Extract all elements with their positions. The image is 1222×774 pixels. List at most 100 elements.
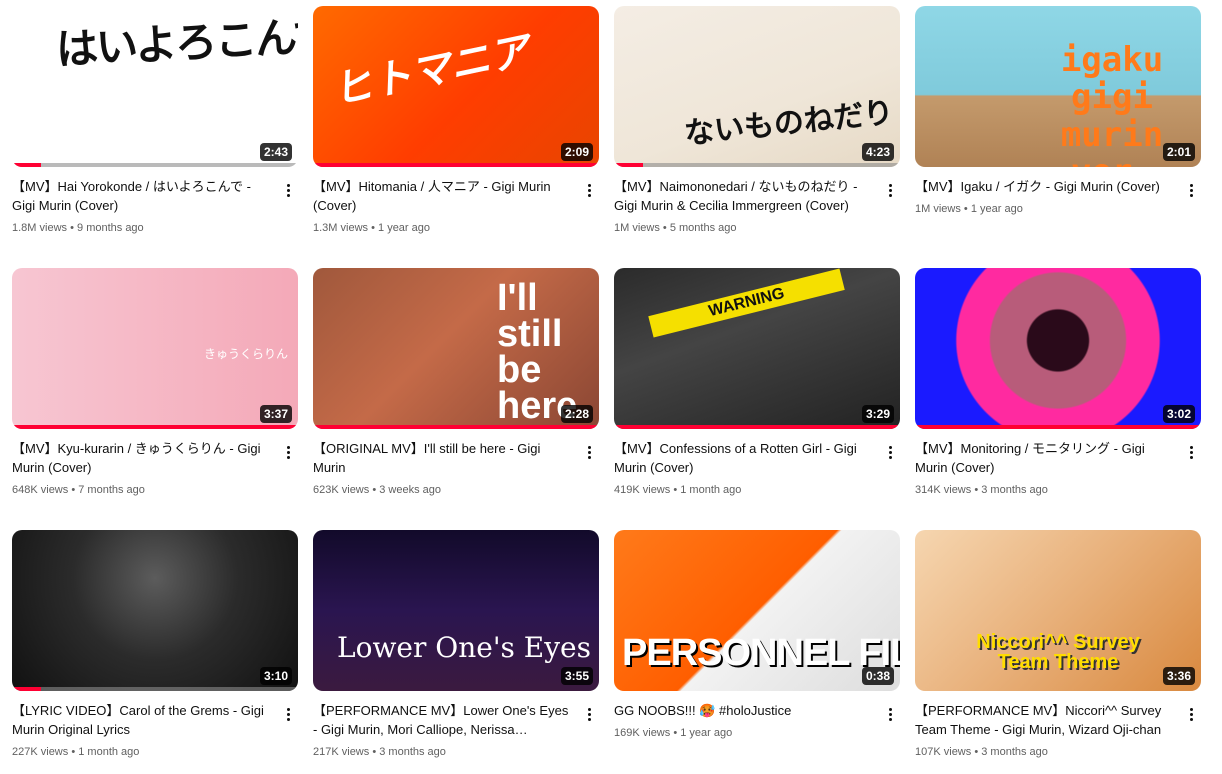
video-title[interactable]: 【ORIGINAL MV】I'll still be here - Gigi M…: [313, 439, 571, 477]
more-vert-icon[interactable]: [280, 441, 296, 463]
video-stats: 217K views • 3 months ago: [313, 744, 571, 760]
duration-badge: 4:23: [861, 143, 894, 161]
duration-badge: 2:09: [560, 143, 593, 161]
upload-age: 5 months ago: [669, 222, 737, 234]
view-count: 217K views: [313, 746, 370, 758]
thumbnail-caption: PERSONNEL FILE: [622, 632, 900, 674]
video-title[interactable]: 【MV】Confessions of a Rotten Girl - Gigi …: [614, 439, 872, 477]
video-stats: 1.8M views • 9 months ago: [12, 220, 270, 236]
duration-badge: 2:28: [560, 405, 593, 423]
view-count: 623K views: [313, 484, 370, 496]
more-vert-icon[interactable]: [581, 179, 597, 201]
video-thumbnail[interactable]: I'll still be here 2:28: [313, 268, 599, 429]
thumbnail-art: [12, 530, 298, 691]
more-vert-icon[interactable]: [1183, 441, 1199, 463]
more-vert-icon[interactable]: [280, 179, 296, 201]
video-grid: はいよろこんで 2:43 【MV】Hai Yorokonde / はいよろこんで…: [0, 0, 1222, 774]
upload-age: 3 weeks ago: [379, 484, 442, 496]
video-title[interactable]: 【MV】Naimononedari / ないものねだり - Gigi Murin…: [614, 177, 872, 215]
video-meta: 【MV】Igaku / イガク - Gigi Murin (Cover) 1M …: [915, 167, 1201, 217]
duration-badge: 3:55: [560, 667, 593, 685]
view-count: 1M views: [915, 203, 961, 215]
video-stats: 107K views • 3 months ago: [915, 744, 1173, 760]
video-card[interactable]: Niccori^^ Survey Team Theme 3:36 【PERFOR…: [915, 530, 1201, 760]
video-card[interactable]: はいよろこんで 2:43 【MV】Hai Yorokonde / はいよろこんで…: [12, 6, 298, 236]
more-vert-icon[interactable]: [882, 441, 898, 463]
thumbnail-caption: Lower One's Eyes: [337, 631, 591, 664]
upload-age: 1 year ago: [970, 203, 1023, 215]
video-meta: 【MV】Naimononedari / ないものねだり - Gigi Murin…: [614, 167, 900, 236]
video-card[interactable]: 3:02 【MV】Monitoring / モニタリング - Gigi Muri…: [915, 268, 1201, 498]
more-vert-icon[interactable]: [882, 703, 898, 725]
more-vert-icon[interactable]: [882, 179, 898, 201]
video-thumbnail[interactable]: 3:10: [12, 530, 298, 691]
video-thumbnail[interactable]: ないものねだり 4:23: [614, 6, 900, 167]
video-thumbnail[interactable]: Niccori^^ Survey Team Theme 3:36: [915, 530, 1201, 691]
upload-age: 3 months ago: [981, 746, 1048, 758]
upload-age: 1 month ago: [680, 484, 742, 496]
video-meta: 【MV】Monitoring / モニタリング - Gigi Murin (Co…: [915, 429, 1201, 498]
duration-badge: 3:37: [259, 405, 292, 423]
video-meta: 【MV】Confessions of a Rotten Girl - Gigi …: [614, 429, 900, 498]
video-card[interactable]: きゅうくらりん 3:37 【MV】Kyu-kurarin / きゅうくらりん -…: [12, 268, 298, 498]
video-thumbnail[interactable]: ヒトマニア 2:09: [313, 6, 599, 167]
separator-dot: •: [371, 222, 379, 234]
video-title[interactable]: 【PERFORMANCE MV】Niccori^^ Survey Team Th…: [915, 701, 1173, 739]
video-thumbnail[interactable]: PERSONNEL FILE 0:38: [614, 530, 900, 691]
video-title[interactable]: 【MV】Hitomania / 人マニア - Gigi Murin (Cover…: [313, 177, 571, 215]
video-thumbnail[interactable]: WARNING 3:29: [614, 268, 900, 429]
more-vert-icon[interactable]: [1183, 703, 1199, 725]
duration-badge: 2:43: [259, 143, 292, 161]
video-card[interactable]: WARNING 3:29 【MV】Confessions of a Rotten…: [614, 268, 900, 498]
video-title[interactable]: 【LYRIC VIDEO】Carol of the Grems - Gigi M…: [12, 701, 270, 739]
thumbnail-caption: I'll still be here: [497, 277, 578, 428]
video-thumbnail[interactable]: きゅうくらりん 3:37: [12, 268, 298, 429]
video-thumbnail[interactable]: 3:02: [915, 268, 1201, 429]
upload-age: 3 months ago: [981, 484, 1048, 496]
video-title[interactable]: 【MV】Kyu-kurarin / きゅうくらりん - Gigi Murin (…: [12, 439, 270, 477]
more-vert-icon[interactable]: [581, 703, 597, 725]
video-title[interactable]: 【MV】Hai Yorokonde / はいよろこんで - Gigi Murin…: [12, 177, 270, 215]
more-vert-icon[interactable]: [1183, 179, 1199, 201]
more-vert-icon[interactable]: [581, 441, 597, 463]
upload-age: 1 month ago: [78, 746, 140, 758]
video-stats: 227K views • 1 month ago: [12, 744, 270, 760]
separator-dot: •: [662, 222, 670, 234]
separator-dot: •: [70, 222, 78, 234]
video-stats: 419K views • 1 month ago: [614, 482, 872, 498]
video-card[interactable]: igaku gigi murin ver. 2:01 【MV】Igaku / イ…: [915, 6, 1201, 217]
video-stats: 1M views • 1 year ago: [915, 201, 1173, 217]
upload-age: 9 months ago: [77, 222, 144, 234]
video-meta: 【MV】Hai Yorokonde / はいよろこんで - Gigi Murin…: [12, 167, 298, 236]
video-title[interactable]: GG NOOBS!!! 🥵 #holoJustice: [614, 701, 872, 720]
video-title[interactable]: 【PERFORMANCE MV】Lower One's Eyes - Gigi …: [313, 701, 571, 739]
video-title[interactable]: 【MV】Monitoring / モニタリング - Gigi Murin (Co…: [915, 439, 1173, 477]
view-count: 169K views: [614, 727, 671, 739]
more-vert-icon[interactable]: [280, 703, 296, 725]
video-card[interactable]: ないものねだり 4:23 【MV】Naimononedari / ないものねだり…: [614, 6, 900, 236]
upload-age: 3 months ago: [379, 746, 446, 758]
video-thumbnail[interactable]: はいよろこんで 2:43: [12, 6, 298, 167]
video-stats: 314K views • 3 months ago: [915, 482, 1173, 498]
video-thumbnail[interactable]: igaku gigi murin ver. 2:01: [915, 6, 1201, 167]
duration-badge: 3:36: [1162, 667, 1195, 685]
video-card[interactable]: ヒトマニア 2:09 【MV】Hitomania / 人マニア - Gigi M…: [313, 6, 599, 236]
video-meta: 【LYRIC VIDEO】Carol of the Grems - Gigi M…: [12, 691, 298, 760]
video-stats: 1M views • 5 months ago: [614, 220, 872, 236]
thumbnail-caption: Niccori^^ Survey Team Theme: [976, 631, 1140, 673]
duration-badge: 3:02: [1162, 405, 1195, 423]
video-card[interactable]: I'll still be here 2:28 【ORIGINAL MV】I'l…: [313, 268, 599, 498]
view-count: 1M views: [614, 222, 660, 234]
video-card[interactable]: PERSONNEL FILE 0:38 GG NOOBS!!! 🥵 #holoJ…: [614, 530, 900, 741]
video-thumbnail[interactable]: Lower One's Eyes 3:55: [313, 530, 599, 691]
video-title[interactable]: 【MV】Igaku / イガク - Gigi Murin (Cover): [915, 177, 1173, 196]
thumbnail-art: [313, 530, 599, 691]
video-meta: GG NOOBS!!! 🥵 #holoJustice 169K views • …: [614, 691, 900, 741]
view-count: 419K views: [614, 484, 671, 496]
duration-badge: 3:10: [259, 667, 292, 685]
video-stats: 623K views • 3 weeks ago: [313, 482, 571, 498]
video-card[interactable]: 3:10 【LYRIC VIDEO】Carol of the Grems - G…: [12, 530, 298, 760]
view-count: 1.8M views: [12, 222, 68, 234]
video-card[interactable]: Lower One's Eyes 3:55 【PERFORMANCE MV】Lo…: [313, 530, 599, 760]
duration-badge: 3:29: [861, 405, 894, 423]
